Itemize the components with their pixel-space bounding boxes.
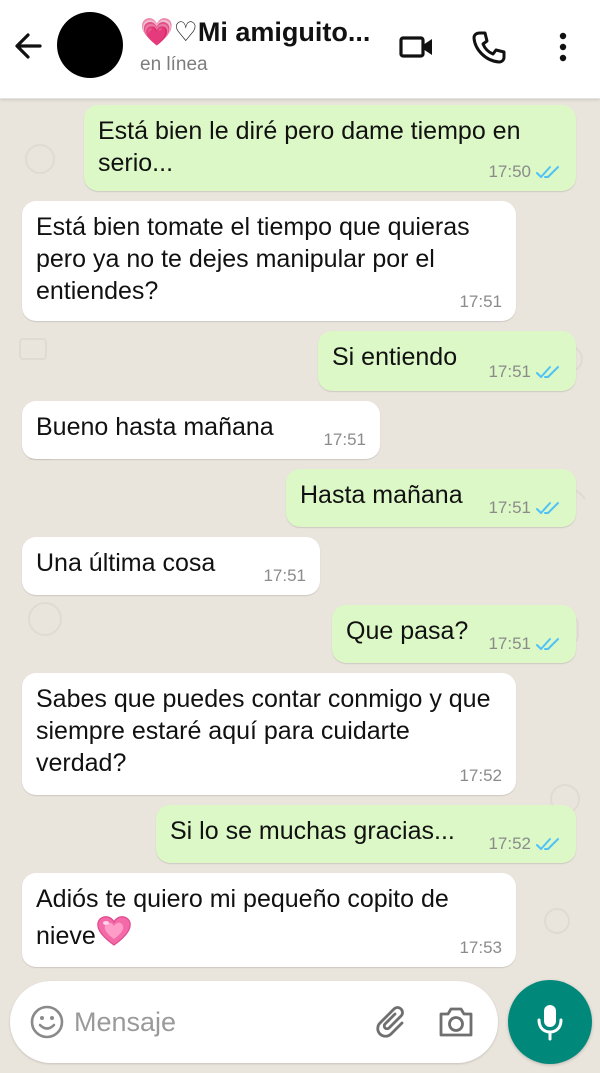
message-bubble-incoming[interactable]: Bueno hasta mañana 17:51 — [22, 401, 380, 459]
chat-area[interactable]: Está bien le diré pero dame tiempo en se… — [0, 99, 600, 979]
message-text: Bueno hasta mañana — [36, 413, 274, 441]
read-receipt-icon — [536, 166, 559, 178]
message-text: Está bien tomate el tiempo que quieras p… — [36, 213, 470, 305]
message-time: 17:50 — [488, 162, 531, 181]
message-input[interactable]: Mensaje — [74, 1007, 176, 1038]
message-time: 17:51 — [488, 498, 531, 517]
more-options-icon[interactable] — [540, 24, 586, 70]
message-bubble-outgoing[interactable]: Hasta mañana 17:51 — [286, 469, 576, 527]
back-arrow-icon[interactable] — [10, 26, 46, 66]
message-bubble-incoming[interactable]: Una última cosa 17:51 — [22, 537, 320, 595]
message-bubble-incoming[interactable]: Está bien tomate el tiempo que quieras p… — [22, 201, 516, 321]
message-text: Sabes que puedes contar conmigo y que si… — [36, 685, 491, 777]
contact-status: en línea — [140, 54, 208, 75]
message-time: 17:53 — [459, 938, 502, 957]
contact-avatar[interactable] — [57, 12, 123, 78]
read-receipt-icon — [536, 502, 559, 514]
emoji-icon[interactable] — [26, 1001, 68, 1043]
message-bubble-outgoing[interactable]: Está bien le diré pero dame tiempo en se… — [84, 105, 576, 191]
message-bubble-incoming[interactable]: Sabes que puedes contar conmigo y que si… — [22, 673, 516, 795]
message-bubble-incoming[interactable]: Adiós te quiero mi pequeño copito de nie… — [22, 873, 516, 967]
video-call-icon[interactable] — [394, 24, 440, 70]
paperclip-icon[interactable] — [372, 1001, 414, 1043]
message-time: 17:51 — [323, 430, 366, 449]
contact-name[interactable]: 💗♡Mi amiguito... — [140, 16, 380, 48]
read-receipt-icon — [536, 366, 559, 378]
message-time: 17:51 — [263, 566, 306, 585]
read-receipt-icon — [536, 638, 559, 650]
microphone-icon — [537, 1005, 563, 1041]
message-time: 17:51 — [488, 634, 531, 653]
message-time: 17:52 — [459, 766, 502, 785]
chat-header: 💗♡Mi amiguito... en línea — [0, 0, 600, 99]
message-bubble-outgoing[interactable]: Si entiendo 17:51 — [318, 331, 576, 391]
read-receipt-icon — [536, 838, 559, 850]
message-bubble-outgoing[interactable]: Que pasa? 17:51 — [332, 605, 576, 663]
camera-icon[interactable] — [435, 1001, 477, 1043]
message-bubble-outgoing[interactable]: Si lo se muchas gracias... 17:52 — [156, 805, 576, 863]
message-time: 17:51 — [488, 362, 531, 381]
voice-message-button[interactable] — [508, 980, 592, 1064]
voice-call-icon[interactable] — [466, 24, 512, 70]
message-time: 17:52 — [488, 834, 531, 853]
pink-heart-icon — [96, 915, 132, 955]
message-composer[interactable]: Mensaje — [10, 981, 498, 1063]
message-time: 17:51 — [459, 292, 502, 311]
